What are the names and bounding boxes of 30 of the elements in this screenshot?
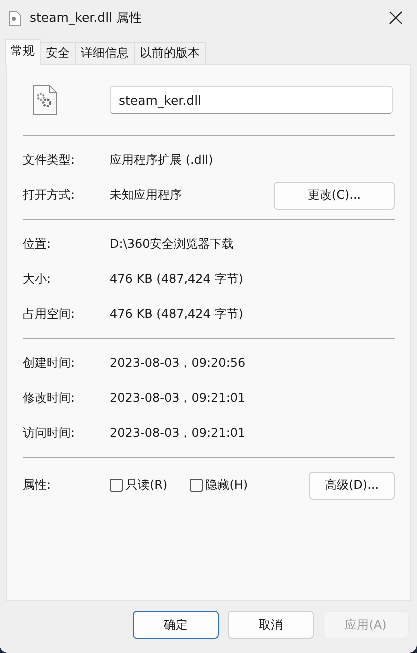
advanced-button[interactable]: 高级(D)... xyxy=(309,472,395,500)
field-value: 未知应用程序 xyxy=(110,187,183,204)
file-icon xyxy=(9,10,21,26)
dialog-button[interactable]: 取消 xyxy=(228,611,314,639)
field-label: 打开方式: xyxy=(23,187,76,204)
field-label: 访问时间: xyxy=(23,425,76,442)
field-label: 文件类型: xyxy=(23,152,76,169)
dialog-button[interactable]: 确定 xyxy=(133,611,219,639)
window-title: steam_ker.dll 属性 xyxy=(30,10,144,26)
settings-file-icon xyxy=(33,85,57,115)
field-label: 修改时间: xyxy=(23,390,76,407)
field-label: 占用空间: xyxy=(23,306,76,323)
tab[interactable]: 常规 xyxy=(5,39,41,65)
field-value: 2023-08-03，09:21:01 xyxy=(110,390,247,407)
field-value: 476 KB (487,424 字节) xyxy=(110,271,244,288)
change-button[interactable]: 更改(C)... xyxy=(274,182,395,210)
tab[interactable]: 以前的版本 xyxy=(134,42,206,64)
field-label: 属性: xyxy=(23,477,52,494)
file-name-field[interactable]: steam_ker.dll xyxy=(110,86,393,114)
close-icon[interactable] xyxy=(389,11,403,25)
field-value: 应用程序扩展 (.dll) xyxy=(110,152,214,169)
checkbox[interactable]: 只读(R) xyxy=(110,477,168,494)
field-label: 大小: xyxy=(23,271,52,288)
field-value: D:\360安全浏览器下载 xyxy=(110,236,236,253)
field-value: 2023-08-03，09:21:01 xyxy=(110,425,247,442)
field-value: 2023-08-03，09:20:56 xyxy=(110,355,247,372)
checkbox[interactable]: 隐藏(H) xyxy=(190,477,248,494)
field-label: 位置: xyxy=(23,236,52,253)
field-label: 创建时间: xyxy=(23,355,76,372)
field-value: 476 KB (487,424 字节) xyxy=(110,306,244,323)
